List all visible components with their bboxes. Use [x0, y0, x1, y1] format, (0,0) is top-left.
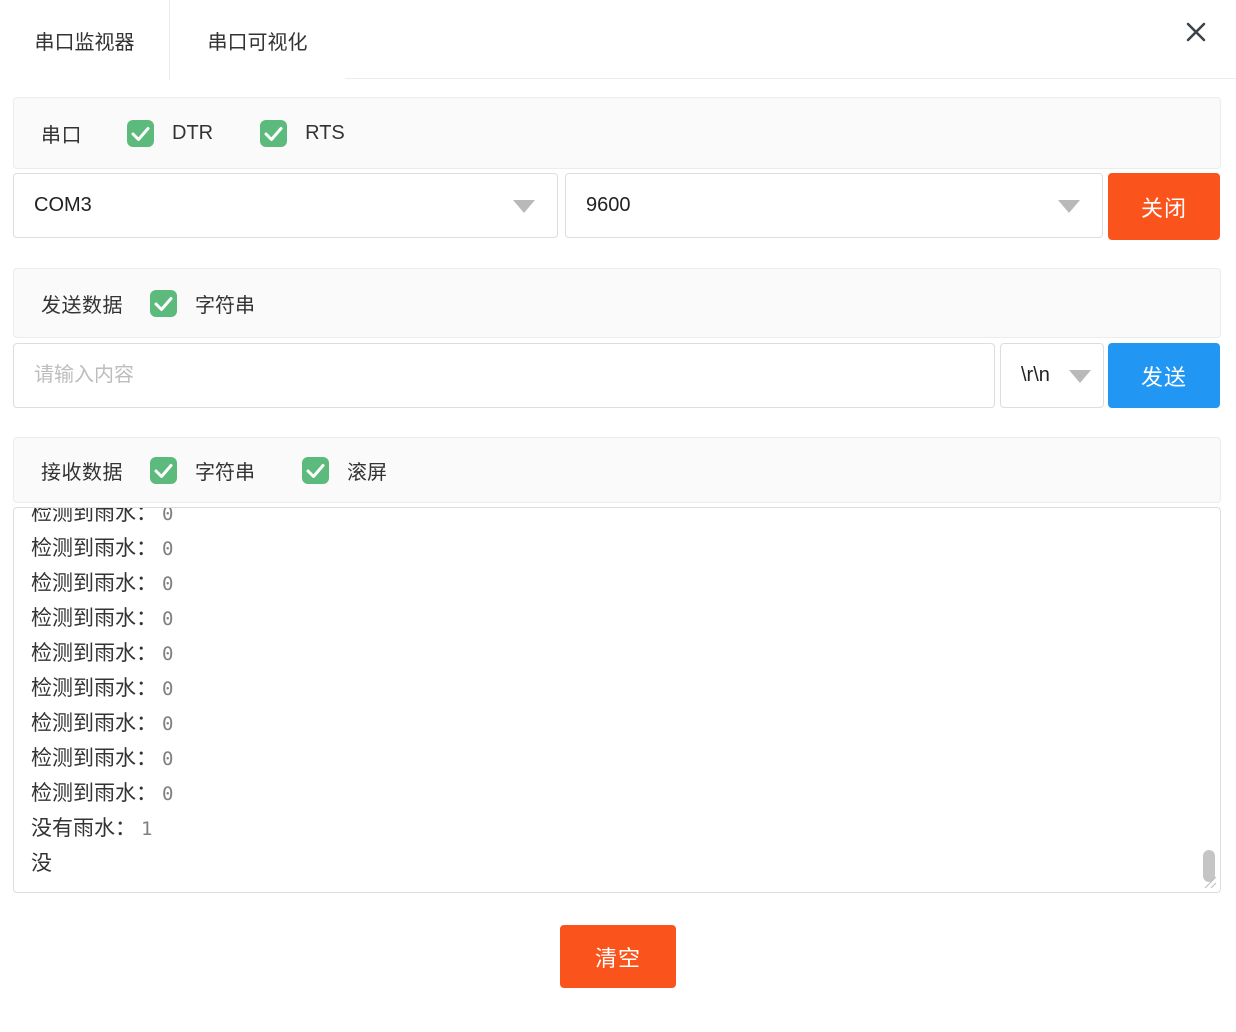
send-section-title: 发送数据 — [41, 289, 123, 318]
log-line-value: 0 — [162, 748, 173, 770]
receive-log[interactable]: 检测到雨水：0检测到雨水：0检测到雨水：0检测到雨水：0检测到雨水：0检测到雨水… — [13, 507, 1221, 893]
line-ending-select[interactable]: \r\n — [1000, 343, 1104, 408]
log-line: 检测到雨水：0 — [31, 601, 1220, 636]
serial-section-title: 串口 — [41, 119, 82, 148]
send-string-checkbox[interactable] — [150, 290, 177, 317]
tab-serial-monitor[interactable]: 串口监视器 — [0, 0, 170, 80]
log-line-label: 检测到雨水： — [31, 677, 157, 700]
log-line: 检测到雨水：0 — [31, 706, 1220, 741]
line-ending-value: \r\n — [1001, 364, 1050, 387]
log-line: 检测到雨水：0 — [31, 741, 1220, 776]
log-line-label: 检测到雨水： — [31, 747, 157, 770]
log-line-value: 0 — [162, 507, 173, 525]
check-icon — [127, 120, 154, 147]
log-line: 检测到雨水：0 — [31, 566, 1220, 601]
baud-select-value: 9600 — [566, 194, 631, 217]
log-line-value: 0 — [162, 643, 173, 665]
receive-section-header: 接收数据 字符串 滚屏 — [13, 437, 1221, 503]
send-string-label: 字符串 — [195, 289, 255, 318]
log-line: 没 — [31, 846, 1220, 881]
chevron-down-icon — [513, 200, 535, 213]
send-button[interactable]: 发送 — [1108, 343, 1220, 408]
close-icon — [1184, 20, 1208, 44]
log-line-label: 检测到雨水： — [31, 607, 157, 630]
clear-button[interactable]: 清空 — [560, 925, 676, 988]
log-line-label: 检测到雨水： — [31, 572, 157, 595]
resize-grip-icon[interactable] — [1202, 874, 1218, 890]
log-line-label: 检测到雨水： — [31, 642, 157, 665]
rts-checkbox[interactable] — [260, 120, 287, 147]
send-section-header: 发送数据 字符串 — [13, 268, 1221, 338]
dtr-label: DTR — [172, 122, 213, 145]
receive-log-content: 检测到雨水：0检测到雨水：0检测到雨水：0检测到雨水：0检测到雨水：0检测到雨水… — [14, 507, 1220, 881]
send-input[interactable] — [13, 343, 995, 408]
serial-section-header: 串口 DTR RTS — [13, 97, 1221, 169]
check-icon — [150, 290, 177, 317]
log-line: 检测到雨水：0 — [31, 636, 1220, 671]
log-line: 检测到雨水： 0 — [31, 507, 1220, 531]
dtr-checkbox[interactable] — [127, 120, 154, 147]
log-line-value: 0 — [162, 713, 173, 735]
receive-string-checkbox[interactable] — [150, 457, 177, 484]
check-icon — [150, 457, 177, 484]
baud-select[interactable]: 9600 — [565, 173, 1103, 238]
log-line: 检测到雨水：0 — [31, 776, 1220, 811]
close-port-button[interactable]: 关闭 — [1108, 173, 1220, 240]
port-select-value: COM3 — [14, 194, 92, 217]
log-line: 检测到雨水：0 — [31, 671, 1220, 706]
tab-serial-plotter[interactable]: 串口可视化 — [170, 0, 345, 80]
log-line: 没有雨水：1 — [31, 811, 1220, 846]
log-line-label: 检测到雨水： — [31, 537, 157, 560]
log-line-value: 0 — [162, 783, 173, 805]
log-line-label: 检测到雨水： — [31, 782, 157, 805]
port-select[interactable]: COM3 — [13, 173, 558, 238]
log-line-label: 没 — [31, 852, 52, 875]
rts-label: RTS — [305, 122, 345, 145]
log-line-label: 检测到雨水： — [31, 507, 157, 525]
log-line-value: 0 — [162, 678, 173, 700]
log-line-label: 没有雨水： — [31, 817, 136, 840]
chevron-down-icon — [1069, 370, 1091, 383]
log-line: 检测到雨水：0 — [31, 531, 1220, 566]
log-line-value: 0 — [162, 538, 173, 560]
scroll-checkbox[interactable] — [302, 457, 329, 484]
scroll-label: 滚屏 — [347, 456, 387, 485]
chevron-down-icon — [1058, 200, 1080, 213]
close-button[interactable] — [1182, 18, 1210, 46]
tab-bar: 串口监视器 串口可视化 — [0, 0, 1236, 79]
check-icon — [260, 120, 287, 147]
log-line-value: 0 — [162, 573, 173, 595]
receive-string-label: 字符串 — [195, 456, 255, 485]
log-line-value: 0 — [162, 608, 173, 630]
serial-monitor-dialog: 串口监视器 串口可视化 串口 DTR RTS COM3 9600 关闭 — [0, 0, 1236, 1032]
check-icon — [302, 457, 329, 484]
receive-section-title: 接收数据 — [41, 456, 123, 485]
log-line-value: 1 — [141, 818, 152, 840]
log-line-label: 检测到雨水： — [31, 712, 157, 735]
